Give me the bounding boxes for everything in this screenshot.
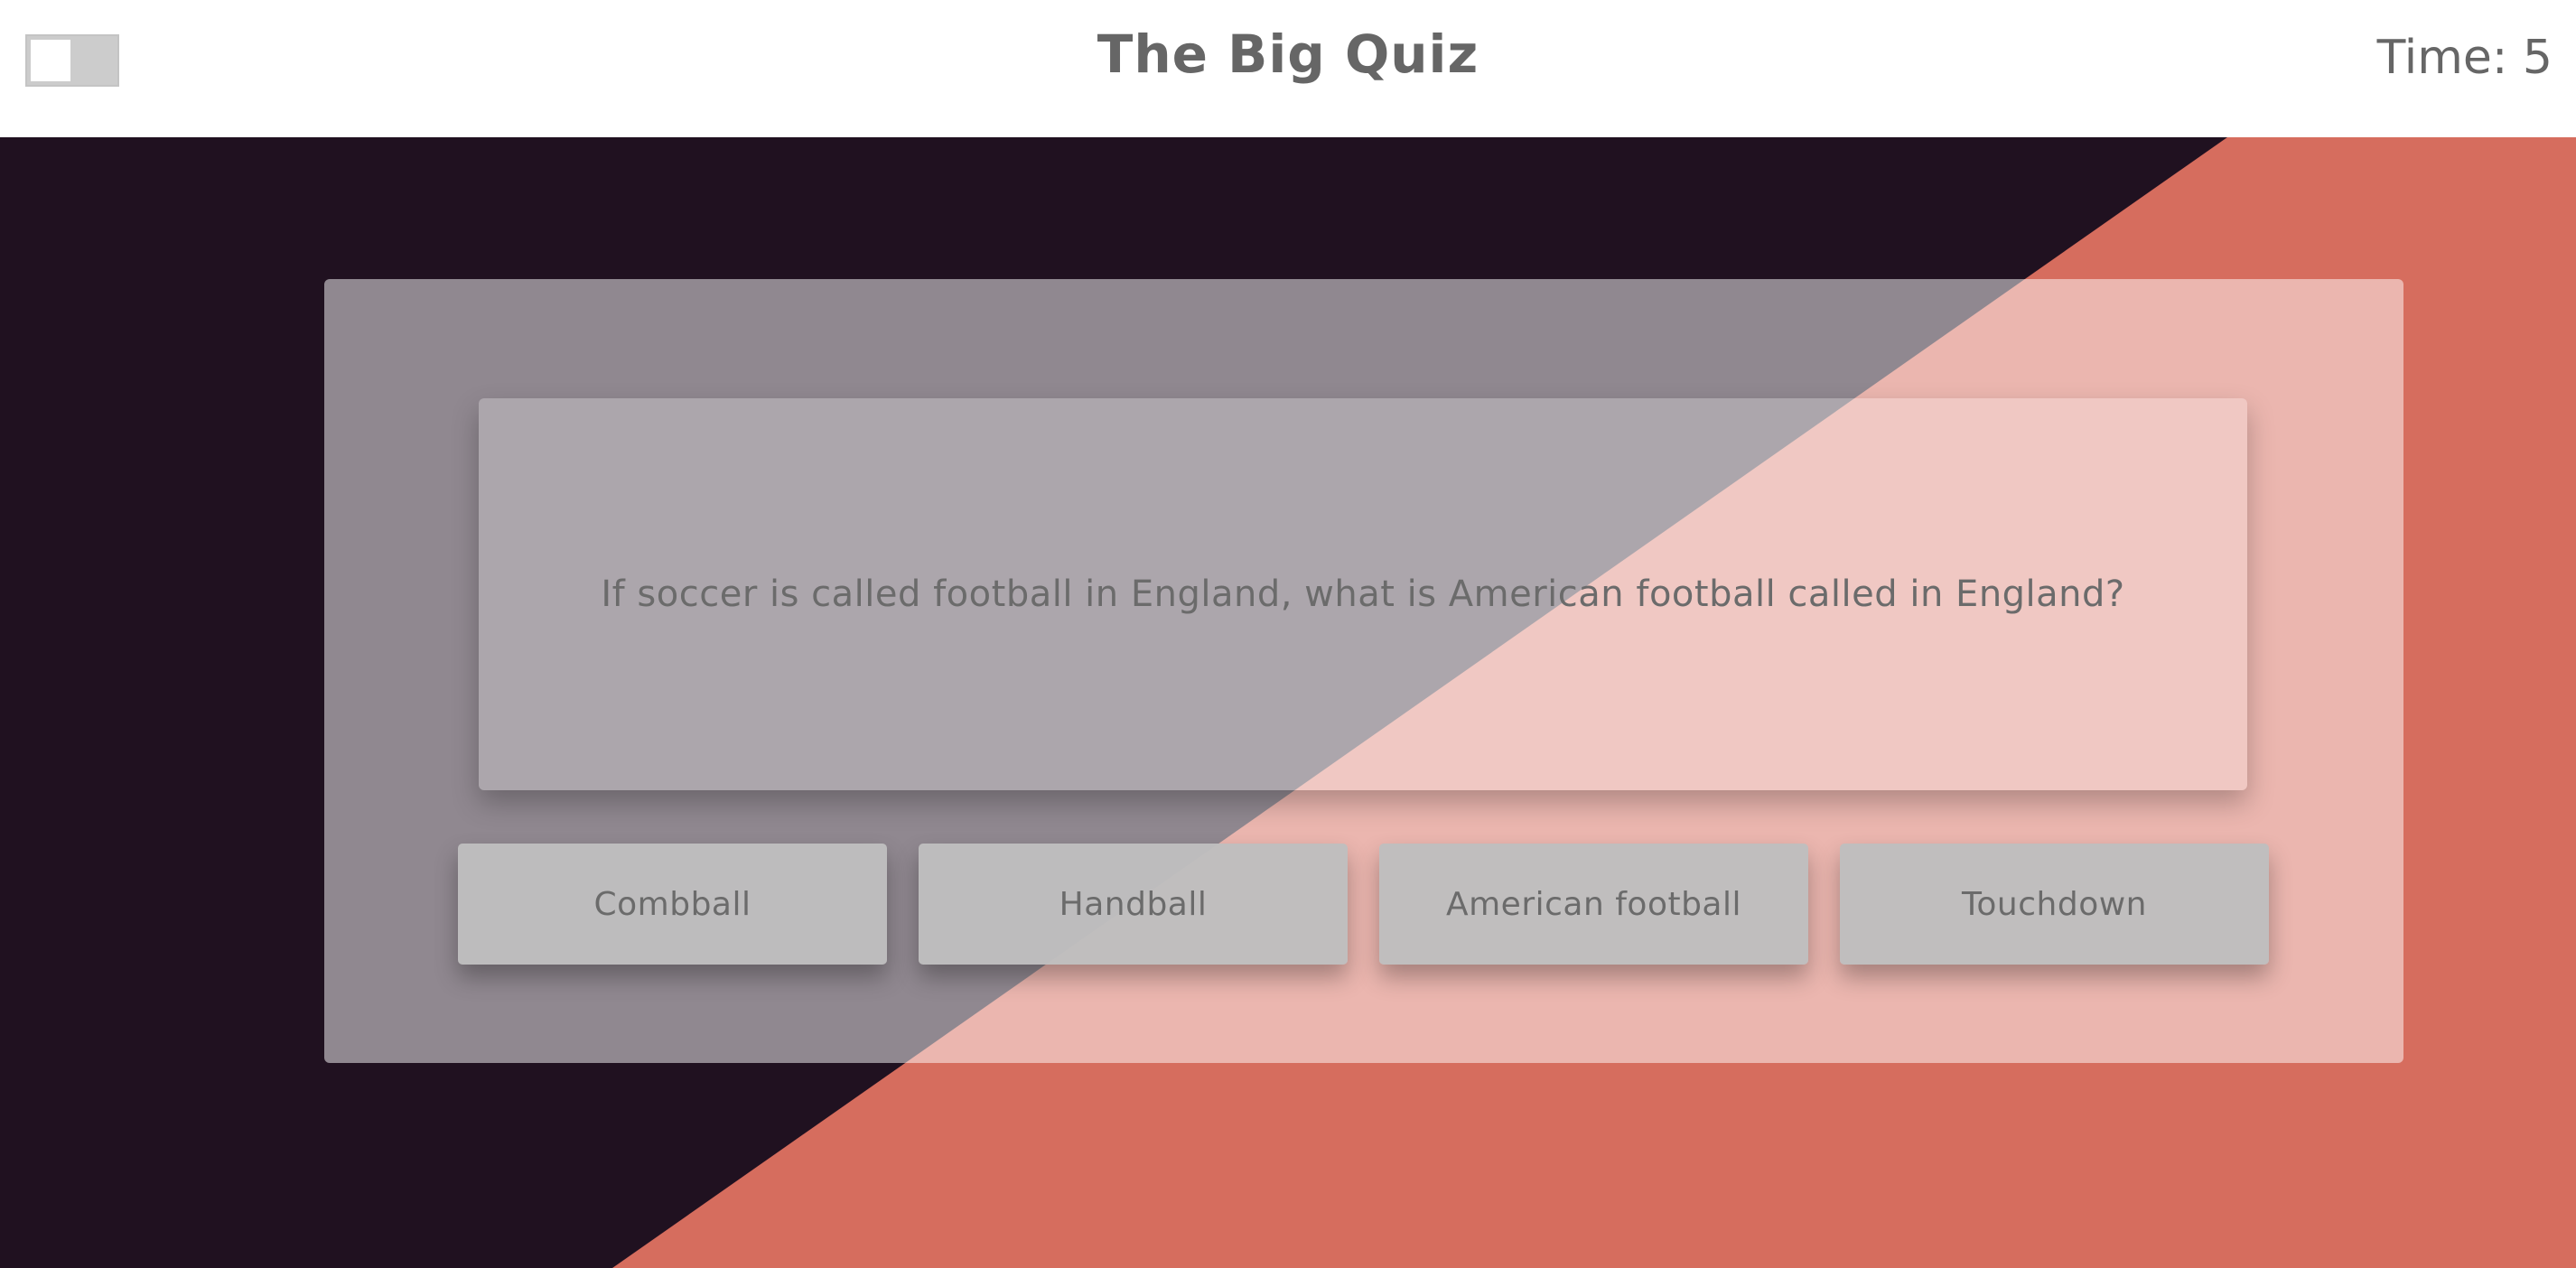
quiz-page: The Big Quiz Time: 5 If soccer is called… [0,0,2576,1268]
question-text: If soccer is called football in England,… [601,573,2125,615]
answer-button-combball[interactable]: Combball [458,844,887,965]
question-box: If soccer is called football in England,… [479,398,2247,790]
answer-button-handball[interactable]: Handball [919,844,1348,965]
header-bar: The Big Quiz Time: 5 [0,0,2576,137]
page-title: The Big Quiz [1097,23,1479,85]
timer-display: Time: 5 [2376,31,2553,85]
answer-button-touchdown[interactable]: Touchdown [1840,844,2269,965]
answer-button-american-football[interactable]: American football [1379,844,1808,965]
answer-options: Combball Handball American football Touc… [458,844,2269,965]
